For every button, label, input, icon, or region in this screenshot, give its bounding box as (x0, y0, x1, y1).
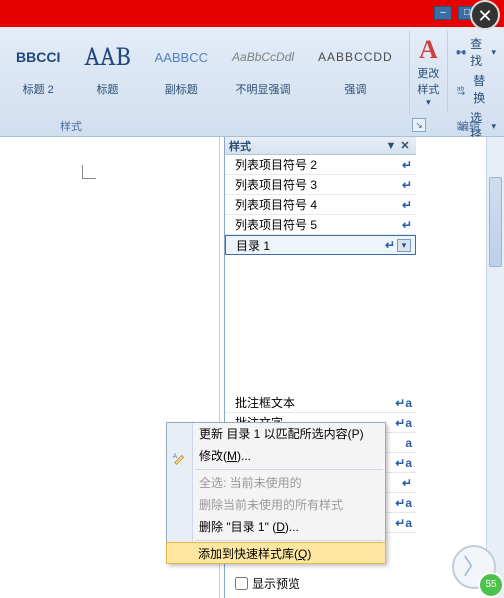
svg-text:A: A (173, 453, 178, 460)
pane-close-icon[interactable]: ✕ (398, 139, 412, 152)
style-name: 列表项目符号 5 (235, 216, 402, 233)
style-name: 列表项目符号 2 (235, 156, 402, 173)
style-name: 列表项目符号 3 (235, 176, 402, 193)
styles-dialog-launcher[interactable]: ↘ (412, 118, 426, 132)
change-styles-button[interactable]: A 更改样式 ▾ (410, 31, 448, 113)
style-title[interactable]: AAB 标题 (74, 33, 140, 99)
replace-button[interactable]: ab 替换 (456, 72, 496, 106)
ctx-add-to-quick-gallery[interactable]: 添加到快速样式库(Q) (166, 542, 386, 564)
ctx-delete[interactable]: 删除 "目录 1" (D)... (167, 516, 385, 538)
pane-title: 样式 (229, 138, 251, 154)
vertical-scrollbar[interactable] (486, 137, 504, 598)
style-item[interactable]: 列表项目符号 3 (225, 175, 416, 195)
style-emphasis[interactable]: AABBCCDD 强调 (308, 33, 403, 99)
style-subtle-emphasis[interactable]: AaBbCcDdl 不明显强调 (222, 33, 304, 99)
change-styles-icon: A (414, 35, 443, 65)
show-preview-label: 显示预览 (252, 575, 300, 592)
style-type-icon (405, 436, 412, 450)
binoculars-icon (456, 45, 466, 59)
ctx-update-to-match[interactable]: 更新 目录 1 以匹配所选内容(P) (167, 423, 385, 445)
close-overlay-button[interactable]: ✕ (470, 0, 500, 30)
margin-corner-icon (82, 165, 96, 179)
status-badge[interactable]: 55 (478, 572, 504, 598)
style-subtitle[interactable]: AABBCC 副标题 (145, 33, 218, 99)
style-heading-2[interactable]: BBCCI 标题 2 (6, 33, 70, 99)
find-button[interactable]: 查找 ▾ (456, 35, 496, 69)
show-preview-row[interactable]: 显示预览 (235, 575, 300, 592)
title-bar: ‒ □ ✕ (0, 0, 504, 27)
style-type-icon (385, 238, 395, 252)
style-type-icon (402, 218, 412, 232)
style-type-icon (402, 476, 412, 490)
style-item[interactable]: 列表项目符号 2 (225, 155, 416, 175)
group-label-styles: 样式 (60, 118, 82, 134)
styles-gallery: BBCCI 标题 2 AAB 标题 AABBCC 副标题 AaBbCcDdl 不… (0, 31, 410, 113)
style-type-icon (402, 158, 412, 172)
style-type-icon (395, 396, 412, 410)
ribbon: BBCCI 标题 2 AAB 标题 AABBCC 副标题 AaBbCcDdl 不… (0, 27, 504, 137)
pane-header[interactable]: 样式 ▼ ✕ (225, 137, 416, 155)
style-type-icon (402, 178, 412, 192)
style-item[interactable]: 目录 1 ▾ (225, 235, 416, 255)
replace-icon: ab (456, 82, 469, 96)
editing-group: 查找 ▾ ab 替换 选择 ▾ (448, 31, 504, 113)
context-menu: 更新 目录 1 以匹配所选内容(P) A 修改(M)... 全选: 当前未使用的… (166, 422, 386, 564)
style-name: 目录 1 (236, 237, 385, 254)
scrollbar-thumb[interactable] (489, 177, 502, 267)
style-name: 批注框文本 (235, 394, 395, 411)
style-type-icon (395, 496, 412, 510)
group-label-editing: 编辑 (458, 118, 480, 134)
work-area: 样式 ▼ ✕ 列表项目符号 2 列表项目符号 3 列表项目符号 4 列表项目符号 5 目… (0, 137, 504, 598)
minimize-button[interactable]: ‒ (434, 6, 452, 20)
style-item[interactable]: 列表项目符号 4 (225, 195, 416, 215)
style-list: 列表项目符号 2 列表项目符号 3 列表项目符号 4 列表项目符号 5 目录 1 ▾ (225, 155, 416, 255)
pane-dropdown-icon[interactable]: ▼ (384, 140, 398, 152)
style-dropdown-icon[interactable]: ▾ (397, 239, 411, 252)
style-type-icon (402, 198, 412, 212)
show-preview-checkbox[interactable] (235, 577, 248, 590)
modify-icon: A (171, 447, 189, 465)
style-type-icon (395, 516, 412, 530)
svg-text:ab: ab (457, 86, 465, 93)
ctx-delete-all-unused: 删除当前未使用的所有样式 (167, 494, 385, 516)
style-item[interactable]: 批注框文本 (225, 393, 416, 413)
style-type-icon (395, 456, 412, 470)
style-item[interactable]: 列表项目符号 5 (225, 215, 416, 235)
ctx-modify[interactable]: A 修改(M)... (167, 445, 385, 467)
ctx-select-all: 全选: 当前未使用的 (167, 472, 385, 494)
style-type-icon (395, 416, 412, 430)
style-name: 列表项目符号 4 (235, 196, 402, 213)
